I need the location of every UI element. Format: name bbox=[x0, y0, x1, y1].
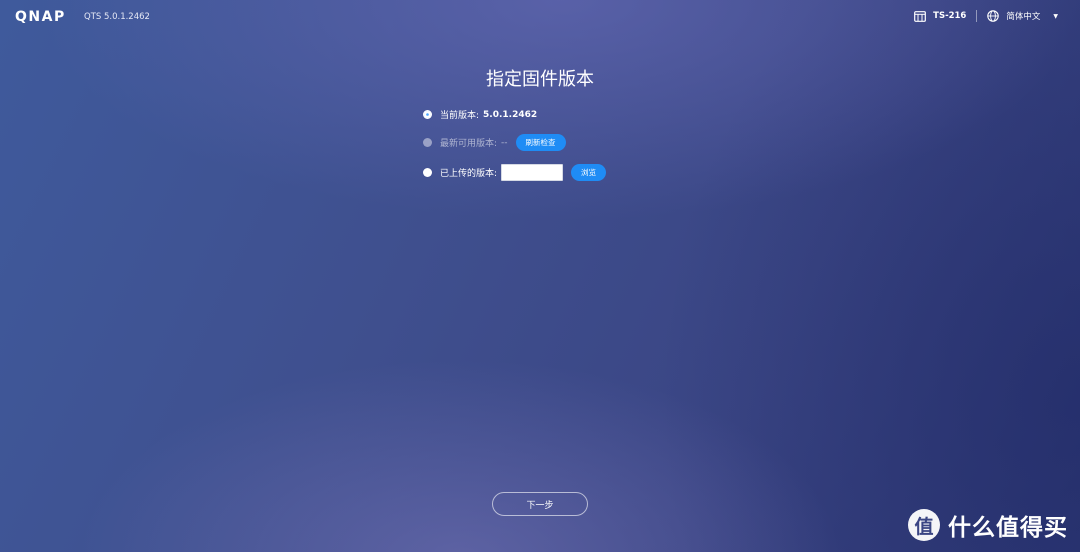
qnap-logo: QNAP bbox=[15, 9, 66, 25]
radio-uploaded-version[interactable] bbox=[423, 168, 432, 177]
radio-latest-version bbox=[423, 138, 432, 147]
option-label: 当前版本: bbox=[440, 111, 480, 121]
page-title: 指定固件版本 bbox=[486, 69, 594, 90]
browse-button[interactable]: 浏览 bbox=[571, 164, 607, 181]
watermark-logo: 值 bbox=[908, 509, 940, 541]
caret-down-icon[interactable]: ▼ bbox=[1053, 13, 1058, 20]
watermark-text: 什么值得买 bbox=[948, 515, 1068, 541]
option-latest-version: 最新可用版本: -- 刷新检查 bbox=[423, 134, 566, 151]
latest-version-value: -- bbox=[501, 137, 508, 148]
header-divider bbox=[976, 10, 978, 22]
globe-icon[interactable] bbox=[987, 10, 1000, 22]
uploaded-file-field[interactable] bbox=[501, 164, 564, 181]
refresh-check-button[interactable]: 刷新检查 bbox=[515, 134, 566, 151]
language-selector[interactable]: 简体中文 bbox=[1006, 10, 1040, 22]
device-name[interactable]: TS-216 bbox=[933, 11, 966, 21]
radio-current-version[interactable] bbox=[423, 110, 432, 119]
top-right-toolbar: TS-216 简体中文 ▼ bbox=[914, 10, 1058, 22]
option-current-version[interactable]: 当前版本: 5.0.1.2462 bbox=[423, 108, 537, 121]
option-uploaded-version[interactable]: 已上传的版本: 浏览 bbox=[423, 164, 607, 181]
option-label: 最新可用版本: bbox=[440, 139, 498, 149]
option-label: 已上传的版本: bbox=[440, 169, 498, 179]
firmware-version-label: QTS 5.0.1.2462 bbox=[84, 12, 150, 22]
watermark: 值 什么值得买 bbox=[908, 508, 1068, 542]
nas-device-icon bbox=[914, 10, 927, 22]
current-version-value: 5.0.1.2462 bbox=[483, 109, 538, 120]
next-button[interactable]: 下一步 bbox=[492, 492, 588, 516]
